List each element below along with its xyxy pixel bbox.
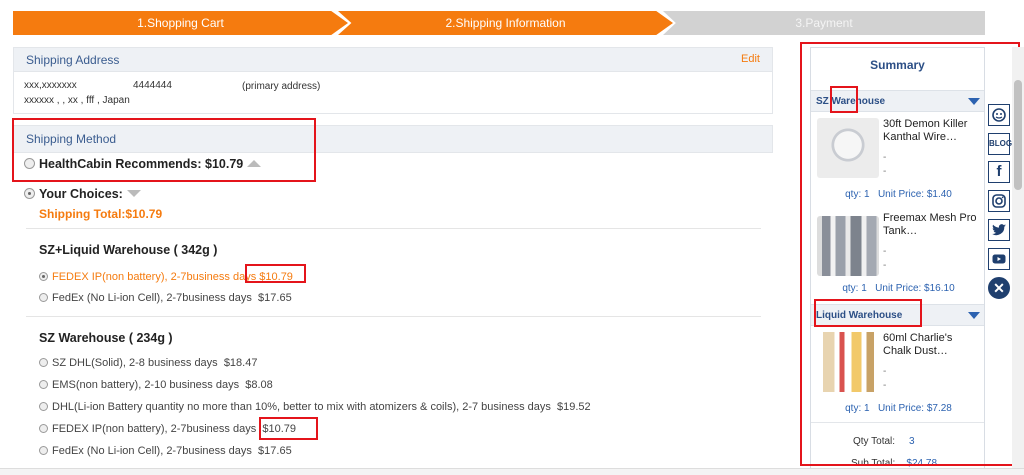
- option-radio[interactable]: [39, 380, 48, 389]
- shipping-option[interactable]: SZ DHL(Solid), 2-8 business days $18.47: [39, 357, 257, 369]
- option-radio[interactable]: [39, 358, 48, 367]
- highlight-box-shipping-method: [12, 118, 316, 182]
- option-radio[interactable]: [39, 272, 48, 281]
- support-icon[interactable]: [988, 104, 1010, 126]
- taskbar-strip: [0, 468, 1024, 475]
- divider: [26, 316, 761, 317]
- shipping-option[interactable]: FedEx (No Li-ion Cell), 2-7business days…: [39, 292, 292, 304]
- facebook-icon[interactable]: f: [988, 161, 1010, 183]
- option-label: FEDEX IP(non battery), 2-7business days: [52, 423, 257, 435]
- option-label: FedEx (No Li-ion Cell), 2-7business days: [52, 292, 252, 304]
- address-name: xxx,xxxxxxx: [24, 80, 77, 91]
- youtube-icon[interactable]: [988, 248, 1010, 270]
- highlight-box-liquid: [814, 299, 922, 327]
- blog-icon[interactable]: BLOG: [988, 133, 1012, 155]
- expand-down-icon[interactable]: [126, 190, 141, 197]
- option-price: $18.47: [223, 357, 258, 369]
- checkout-steps: 1.Shopping Cart 2.Shipping Information 3…: [13, 11, 985, 35]
- recommend-option[interactable]: HealthCabin Recommends: $10.79: [24, 157, 262, 171]
- option-label: EMS(non battery), 2-10 business days: [52, 379, 240, 391]
- address-phone: 4444444: [133, 80, 172, 91]
- step-shopping-cart[interactable]: 1.Shopping Cart: [13, 11, 348, 35]
- instagram-icon[interactable]: [988, 190, 1010, 212]
- address-primary-tag: (primary address): [242, 81, 321, 92]
- option-label: DHL(Li-ion Battery quantity no more than…: [52, 401, 551, 413]
- option-radio[interactable]: [39, 446, 48, 455]
- shipping-total: Shipping Total:$10.79: [39, 207, 163, 221]
- edit-address-link[interactable]: Edit: [741, 53, 760, 65]
- group-title-sz-liquid: SZ+Liquid Warehouse ( 342g ): [39, 243, 218, 257]
- option-label: FEDEX IP(non battery), 2-7business days: [52, 271, 257, 283]
- option-price: $17.65: [258, 445, 292, 457]
- shipping-option[interactable]: EMS(non battery), 2-10 business days $8.…: [39, 379, 273, 391]
- address-line: xxxxxx , , xx , fff , Japan: [24, 95, 130, 106]
- option-label: FedEx (No Li-ion Cell), 2-7business days: [52, 445, 252, 457]
- shipping-address-title: Shipping Address: [26, 53, 120, 67]
- option-radio[interactable]: [39, 293, 48, 302]
- option-label: SZ DHL(Solid), 2-8 business days: [52, 357, 218, 369]
- group-title-sz: SZ Warehouse ( 234g ): [39, 331, 173, 345]
- option-price: $17.65: [258, 292, 292, 304]
- option-radio[interactable]: [39, 424, 48, 433]
- option-price: $19.52: [557, 401, 591, 413]
- shipping-option[interactable]: FedEx (No Li-ion Cell), 2-7business days…: [39, 445, 292, 457]
- highlight-box-price: [259, 417, 318, 440]
- your-choices-label: Your Choices:: [39, 187, 123, 201]
- address-card: xxx,xxxxxxx 4444444 (primary address) xx…: [13, 72, 773, 114]
- recommend-label: HealthCabin Recommends: $10.79: [39, 157, 244, 171]
- your-choices-option[interactable]: Your Choices:: [24, 187, 141, 201]
- your-choices-radio[interactable]: [24, 188, 35, 199]
- twitter-icon[interactable]: [988, 219, 1010, 241]
- step-shipping-information: 2.Shipping Information: [338, 11, 673, 35]
- option-radio[interactable]: [39, 402, 48, 411]
- shipping-option[interactable]: FEDEX IP(non battery), 2-7business days …: [39, 423, 296, 435]
- shipping-option[interactable]: DHL(Li-ion Battery quantity no more than…: [39, 401, 591, 413]
- highlight-box-sz: [830, 86, 858, 113]
- close-icon[interactable]: ✕: [988, 277, 1010, 299]
- highlight-box-price: [245, 264, 306, 283]
- option-price: $8.08: [245, 379, 273, 391]
- recommend-radio[interactable]: [24, 158, 35, 169]
- shipping-address-header: Shipping Address Edit: [13, 47, 773, 72]
- collapse-up-icon[interactable]: [247, 160, 262, 167]
- divider: [26, 228, 761, 229]
- scrollbar-thumb[interactable]: [1014, 80, 1022, 190]
- step-payment: 3.Payment: [663, 11, 985, 35]
